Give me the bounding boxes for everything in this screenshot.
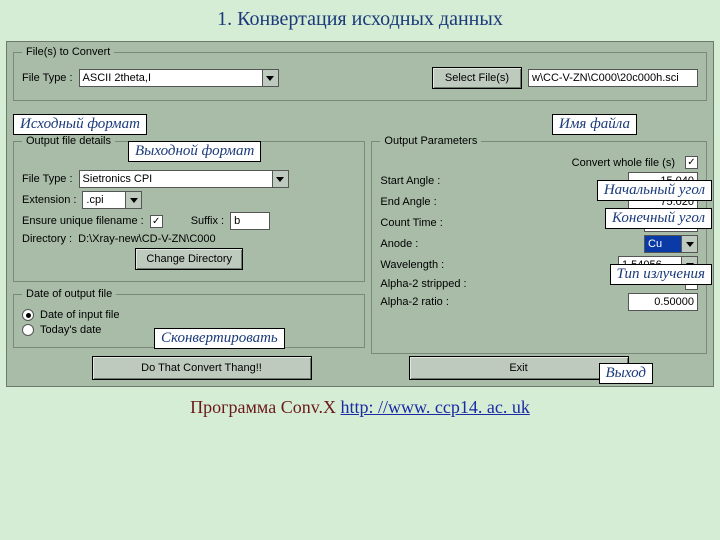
suffix-input[interactable]: b (230, 212, 270, 230)
extension-select[interactable]: .cpi (82, 191, 142, 209)
selected-file-path[interactable]: w\CC-V-ZN\C000\20c000h.sci (528, 69, 698, 87)
annotation-end-angle: Конечный угол (605, 208, 712, 229)
anode-select[interactable]: Cu (644, 235, 698, 253)
output-details-group: Output file details Выходной формат File… (13, 135, 365, 282)
out-file-type-value: Sietronics CPI (83, 173, 153, 185)
anode-label: Anode : (380, 238, 418, 250)
chevron-down-icon (681, 236, 697, 252)
right-column: Output Parameters Convert whole file (s)… (371, 135, 707, 354)
alpha2-stripped-label: Alpha-2 stripped : (380, 278, 466, 290)
change-directory-button[interactable]: Change Directory (135, 248, 243, 270)
footer-program: Программа Conv.X (190, 397, 340, 417)
select-files-button[interactable]: Select File(s) (432, 67, 522, 89)
out-file-type-select[interactable]: Sietronics CPI (79, 170, 289, 188)
out-file-type-label: File Type : (22, 173, 73, 185)
chevron-down-icon (125, 192, 141, 208)
start-angle-label: Start Angle : (380, 175, 440, 187)
footer-link[interactable]: http: //www. ccp14. ac. uk (341, 397, 530, 417)
slide-title: 1. Конвертация исходных данных (0, 0, 720, 41)
files-to-convert-group: File(s) to Convert File Type : ASCII 2th… (13, 46, 707, 101)
annotation-output-format: Выходной формат (128, 141, 261, 162)
radio-date-today-label: Today's date (40, 324, 101, 336)
app-window: File(s) to Convert File Type : ASCII 2th… (6, 41, 714, 387)
extension-value: .cpi (86, 194, 103, 206)
footer: Программа Conv.X http: //www. ccp14. ac.… (0, 391, 720, 418)
annotation-file-name: Имя файла (552, 114, 637, 135)
file-type-value: ASCII 2theta,I (83, 72, 151, 84)
exit-button[interactable]: Exit (409, 356, 629, 380)
directory-value: D:\Xray-new\CD-V-ZN\C000 (78, 233, 216, 245)
extension-label: Extension : (22, 194, 76, 206)
annotation-exit: Выход (599, 363, 654, 384)
convert-button[interactable]: Do That Convert Thang!! (92, 356, 312, 380)
left-column: Output file details Выходной формат File… (13, 135, 365, 354)
annotation-anode: Тип излучения (610, 264, 712, 285)
annotation-convert: Сконвертировать (154, 328, 285, 349)
file-type-label: File Type : (22, 72, 73, 84)
date-output-legend: Date of output file (22, 288, 116, 300)
directory-label: Directory : (22, 233, 72, 245)
date-output-group: Date of output file Date of input file T… (13, 288, 365, 348)
chevron-down-icon (272, 171, 288, 187)
columns: Output file details Выходной формат File… (13, 135, 707, 354)
output-details-legend: Output file details (22, 135, 115, 147)
suffix-label: Suffix : (191, 215, 224, 227)
chevron-down-icon (262, 70, 278, 86)
convert-whole-checkbox[interactable]: ✓ (685, 156, 698, 169)
count-time-label: Count Time : (380, 217, 442, 229)
alpha2-ratio-input[interactable]: 0.50000 (628, 293, 698, 311)
annotation-start-angle: Начальный угол (597, 180, 712, 201)
radio-date-today[interactable] (22, 324, 34, 336)
ensure-unique-label: Ensure unique filename : (22, 215, 144, 227)
output-params-group: Output Parameters Convert whole file (s)… (371, 135, 707, 354)
convert-whole-label: Convert whole file (s) (572, 157, 675, 169)
output-params-legend: Output Parameters (380, 135, 481, 147)
end-angle-label: End Angle : (380, 196, 436, 208)
alpha2-ratio-label: Alpha-2 ratio : (380, 296, 448, 308)
anode-value: Cu (648, 238, 662, 250)
wavelength-label: Wavelength : (380, 259, 444, 271)
ensure-unique-checkbox[interactable]: ✓ (150, 215, 163, 228)
radio-date-input-label: Date of input file (40, 309, 120, 321)
file-type-select[interactable]: ASCII 2theta,I (79, 69, 279, 87)
radio-date-input[interactable] (22, 309, 34, 321)
annotation-source-format: Исходный формат (13, 114, 147, 135)
files-to-convert-legend: File(s) to Convert (22, 46, 114, 58)
